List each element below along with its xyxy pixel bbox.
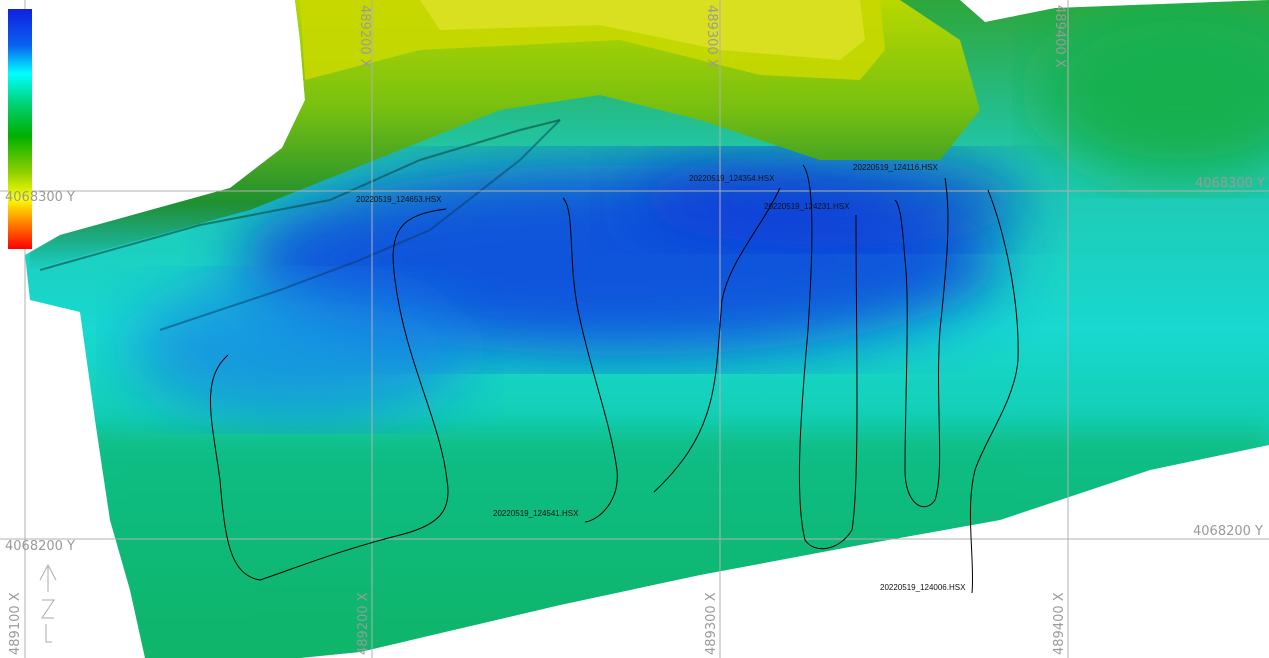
y-grid-label: 4068300 Y [1195,176,1265,191]
track-label: 20220519_124116.HSX [853,163,938,172]
x-grid-label: 489400 X [1052,5,1067,68]
x-grid-label: 489100 X [8,592,23,655]
x-grid-label: 489300 X [704,592,719,655]
y-grid-label: 4068300 Y [5,190,75,205]
y-grid-label: 4068200 Y [1193,524,1263,539]
bathymetry-surface [0,0,1269,658]
track-label: 20220519_124653.HSX [356,195,442,204]
x-grid-label: 489200 X [356,592,371,655]
north-arrow-icon [39,563,57,643]
track-label: 20220519_124354.HSX [689,174,775,183]
track-label: 20220519_124231.HSX [764,202,850,211]
x-grid-label: 489200 X [357,5,372,68]
map-view[interactable]: 4068300 Y 4068300 Y 4068200 Y 4068200 Y … [0,0,1269,658]
track-label: 20220519_124541.HSX [493,509,579,518]
track-label: 20220519_124006.HSX [880,583,966,592]
y-grid-label: 4068200 Y [5,539,75,554]
x-grid-label: 489400 X [1052,592,1067,655]
depth-color-legend [8,9,32,249]
x-grid-label: 489300 X [704,5,719,68]
